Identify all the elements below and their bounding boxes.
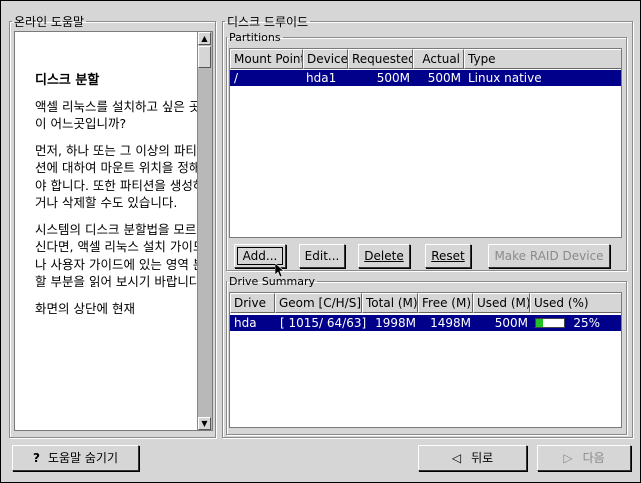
hide-help-label: 도움말 숨기기 (47, 451, 119, 465)
col-geom[interactable]: Geom [C/H/S] (275, 293, 362, 313)
scroll-down-icon[interactable]: ▼ (198, 417, 211, 430)
help-heading: 디스크 분할 (35, 73, 100, 88)
partition-type: Linux native (468, 71, 542, 85)
back-button[interactable]: ◁ 뒤로 (418, 445, 527, 471)
help-question-icon: ? (32, 451, 40, 465)
drive-used: 500M (494, 316, 528, 330)
disk-druid-title: 디스크 드루이드 (227, 15, 309, 29)
partitions-title: Partitions (229, 31, 281, 44)
drive-used-pct: 25% (573, 316, 600, 330)
delete-partition-button[interactable]: Delete (358, 244, 410, 268)
next-label: 다음 (582, 451, 605, 465)
help-text: 디스크 분할 액셀 리눅스를 설치하고 싶은 곳이 어느곳입니까? 먼저, 하나… (35, 72, 205, 326)
col-used[interactable]: Used (M) (473, 293, 530, 313)
reset-label: Reset (431, 249, 465, 263)
back-label: 뒤로 (471, 451, 494, 465)
usage-bar (535, 318, 565, 328)
col-requested[interactable]: Requested (348, 49, 413, 69)
help-paragraph: 먼저, 하나 또는 그 이상의 파티션에 대하여 마운트 위치을 정해야 합니다… (35, 142, 205, 211)
help-title: 온라인 도움말 (14, 15, 85, 29)
mouse-cursor-icon (275, 263, 285, 277)
partition-row[interactable]: / hda1 500M 500M Linux native (230, 70, 621, 86)
edit-partition-button[interactable]: Edit... (299, 244, 345, 268)
col-free[interactable]: Free (M) (418, 293, 473, 313)
drive-summary-title: Drive Summary (229, 275, 315, 288)
drive-geom: [ 1015/ 64/63] (280, 316, 367, 330)
col-total[interactable]: Total (M) (362, 293, 418, 313)
col-actual[interactable]: Actual (413, 49, 464, 69)
drive-free: 1498M (430, 316, 471, 330)
hide-help-button[interactable]: ? 도움말 숨기기 (12, 445, 139, 471)
partition-device: hda1 (306, 71, 337, 85)
partition-requested: 500M (376, 71, 410, 85)
back-arrow-icon: ◁ (451, 451, 462, 465)
installer-window: 온라인 도움말 디스크 분할 액셀 리눅스를 설치하고 싶은 곳이 어느곳입니까… (0, 0, 641, 483)
drive-total: 1998M (375, 316, 416, 330)
scroll-up-icon[interactable]: ▲ (198, 32, 211, 45)
col-type[interactable]: Type (464, 49, 621, 69)
usage-bar-fill (536, 319, 543, 327)
partition-actual: 500M (427, 71, 461, 85)
drive-summary-list[interactable]: Drive Geom [C/H/S] Total (M) Free (M) Us… (229, 292, 622, 428)
col-drive[interactable]: Drive (230, 293, 275, 313)
next-button[interactable]: ▷ 다음 (537, 445, 631, 471)
delete-label: Delete (364, 249, 404, 263)
drive-row[interactable]: hda [ 1015/ 64/63] 1998M 1498M 500M 25% (230, 315, 621, 331)
drive-name: hda (234, 316, 257, 330)
col-mount-point[interactable]: Mount Point (230, 49, 303, 69)
help-paragraph: 시스템의 디스크 분할법을 모르신다면, 액셀 리눅스 설치 가이드나 사용자 … (35, 221, 205, 290)
partitions-list[interactable]: Mount Point Device Requested Actual Type… (229, 48, 622, 238)
make-raid-button[interactable]: Make RAID Device (488, 244, 610, 268)
reset-button[interactable]: Reset (425, 244, 471, 268)
col-device[interactable]: Device (303, 49, 348, 69)
help-paragraph: 액셀 리눅스를 설치하고 싶은 곳이 어느곳입니까? (35, 98, 201, 132)
help-paragraph: 화면의 상단에 현재 (35, 300, 135, 316)
help-scrollbar[interactable]: ▲ ▼ (197, 32, 212, 430)
scroll-thumb[interactable] (198, 46, 211, 68)
next-arrow-icon: ▷ (563, 451, 573, 465)
help-panel[interactable]: 디스크 분할 액셀 리눅스를 설치하고 싶은 곳이 어느곳입니까? 먼저, 하나… (14, 31, 213, 431)
partition-mount: / (234, 71, 239, 85)
col-used-pct[interactable]: Used (%) (530, 293, 621, 313)
